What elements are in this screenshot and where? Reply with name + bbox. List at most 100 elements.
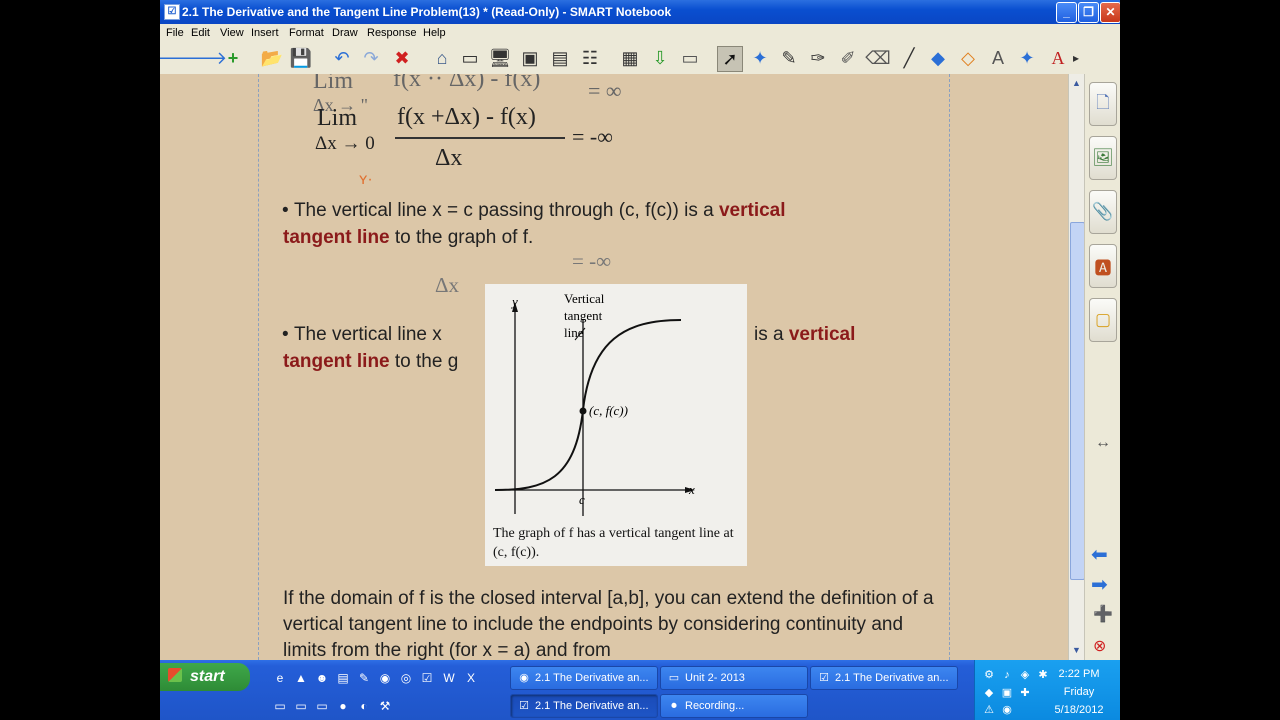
tray-alert-icon[interactable]: ◉ [1000, 703, 1014, 717]
clock-time[interactable]: 2:22 PM [1038, 668, 1120, 680]
bullet-1-bold2: tangent line [283, 227, 390, 248]
quicklaunch-tool-icon[interactable]: ⚒ [378, 699, 392, 713]
insert-icon[interactable]: ⇩ [648, 46, 672, 70]
scroll-up-icon[interactable]: ▲ [1072, 78, 1081, 88]
resize-icon[interactable]: ↔ [1095, 434, 1111, 452]
ink-denominator-2: Δx [435, 145, 463, 171]
quicklaunch-excel-icon[interactable]: X [464, 671, 478, 685]
close-button[interactable]: ✕ [1100, 2, 1120, 23]
add-page-side-icon[interactable]: ➕ [1093, 604, 1113, 624]
tray-smart-icon[interactable]: ◆ [982, 686, 996, 700]
highlighter-icon[interactable]: ✐ [836, 46, 860, 70]
task-notebook-2[interactable]: ☑ 2.1 The Derivative an... [510, 694, 658, 718]
quicklaunch-folder2-icon[interactable]: ▭ [294, 699, 308, 713]
shapes-icon[interactable]: ◆ [926, 46, 950, 70]
quicklaunch-chrome-icon[interactable]: ◎ [399, 671, 413, 685]
tray-network-icon[interactable]: ⚙ [982, 668, 996, 682]
document-camera-icon[interactable]: ▤ [548, 46, 572, 70]
quicklaunch-print-icon[interactable]: ▤ [336, 671, 350, 685]
add-page-icon[interactable]: + [221, 46, 245, 70]
quicklaunch-app-icon[interactable]: ▲ [294, 671, 308, 685]
quicklaunch-edit-icon[interactable]: ✎ [357, 671, 371, 685]
menu-help[interactable]: Help [423, 27, 446, 39]
menu-edit[interactable]: Edit [191, 27, 210, 39]
redo-icon[interactable]: ↷ [359, 46, 383, 70]
properties-icon[interactable]: ☷ [578, 46, 602, 70]
menu-view[interactable]: View [220, 27, 244, 39]
delete-icon[interactable]: ✖ [390, 46, 414, 70]
task-label: 2.1 The Derivative an... [535, 700, 649, 712]
toggle-display-icon[interactable]: ▭ [678, 46, 702, 70]
properties-tab-icon[interactable]: 🅰 [1089, 244, 1117, 288]
task-notebook-1[interactable]: ☑ 2.1 The Derivative an... [810, 666, 958, 690]
bullet-2-right: is a vertical [754, 324, 855, 346]
start-button[interactable]: start [160, 663, 250, 691]
quicklaunch-notebook-icon[interactable]: ☑ [420, 671, 434, 685]
page-sorter-icon[interactable]: 🗋 [1089, 82, 1117, 126]
vertical-scrollbar[interactable]: ▲ ▼ [1068, 74, 1085, 660]
menu-draw[interactable]: Draw [332, 27, 358, 39]
fill-icon[interactable]: ◇ [956, 46, 980, 70]
shape-recognition-icon[interactable]: A [986, 46, 1010, 70]
tray-update-icon[interactable]: ✚ [1018, 686, 1032, 700]
point-c-fc [579, 407, 587, 415]
forward-icon[interactable]: 🡒 [179, 46, 227, 70]
table-icon[interactable]: ▦ [618, 46, 642, 70]
quicklaunch-word-icon[interactable]: W [442, 671, 456, 685]
line-icon[interactable]: ╱ [897, 46, 921, 70]
minimize-button[interactable]: _ [1056, 2, 1077, 23]
figure-image[interactable]: y x c Vertical tangent line (c, f(c)) Th… [485, 284, 747, 566]
task-recording[interactable]: ⏺ Recording... [660, 694, 808, 718]
folder-icon: ▭ [668, 672, 680, 684]
magic-wand-icon[interactable]: ✦ [1015, 46, 1039, 70]
notebook-canvas[interactable]: Lim f(x ·· Δx) - f(x) = ∞ Δx → " Lim f(x… [160, 74, 1068, 660]
delete-page-icon[interactable]: ⊗ [1093, 636, 1106, 656]
recorder-icon: ⏺ [671, 700, 677, 712]
quicklaunch-folder3-icon[interactable]: ▭ [315, 699, 329, 713]
gallery-icon[interactable]: 🖼 [1089, 136, 1117, 180]
camera-icon[interactable]: ▣ [518, 46, 542, 70]
menu-format[interactable]: Format [289, 27, 324, 39]
open-icon[interactable]: 📂 [260, 46, 284, 70]
clock-day[interactable]: Friday [1038, 686, 1120, 698]
save-icon[interactable]: 💾 [289, 46, 313, 70]
pen-icon[interactable]: ✎ [777, 46, 801, 70]
undo-icon[interactable]: ↶ [330, 46, 354, 70]
scroll-thumb[interactable] [1070, 222, 1085, 580]
menu-insert[interactable]: Insert [251, 27, 279, 39]
chrome-icon: ◉ [519, 672, 529, 684]
eraser-icon[interactable]: ⌫ [865, 46, 890, 70]
tray-warning-icon[interactable]: ⚠ [982, 703, 996, 717]
quicklaunch-firefox-icon[interactable]: ◉ [378, 671, 392, 685]
quicklaunch-media2-icon[interactable]: ◐ [357, 699, 371, 713]
magic-pen-icon[interactable]: ✦ [748, 46, 772, 70]
select-icon[interactable]: ➚ [717, 46, 743, 72]
quicklaunch-media-icon[interactable]: ● [336, 699, 350, 713]
tray-shield-icon[interactable]: ◈ [1018, 668, 1032, 682]
scroll-down-icon[interactable]: ▼ [1072, 645, 1081, 655]
clock-date[interactable]: 5/18/2012 [1038, 704, 1120, 716]
curve-f [494, 319, 682, 491]
menu-response[interactable]: Response [367, 27, 417, 39]
next-page-icon[interactable]: ➡ [1091, 572, 1108, 597]
task-label: Recording... [685, 700, 745, 712]
addons-icon[interactable]: ▢ [1089, 298, 1117, 342]
capture-icon[interactable]: ⌂ [430, 46, 454, 70]
attachments-icon[interactable]: 📎 [1089, 190, 1117, 234]
task-folder[interactable]: ▭ Unit 2- 2013 [660, 666, 808, 690]
text-icon[interactable]: A [1046, 46, 1070, 70]
task-chrome[interactable]: ◉ 2.1 The Derivative an... [510, 666, 658, 690]
menu-file[interactable]: File [166, 27, 184, 39]
quicklaunch-people-icon[interactable]: ☻ [315, 671, 329, 685]
maximize-button[interactable]: ❐ [1078, 2, 1099, 23]
display-icon[interactable]: 🖥 [488, 46, 512, 70]
previous-page-icon[interactable]: ⬅ [1091, 542, 1108, 567]
quicklaunch-ie-icon[interactable]: e [273, 671, 287, 685]
tray-volume-icon[interactable]: ♪ [1000, 668, 1014, 682]
screen-shade-icon[interactable]: ▭ [458, 46, 482, 70]
toolbar-more-icon[interactable]: ▸ [1070, 46, 1082, 70]
bullet-1: • The vertical line x = c passing throug… [282, 200, 786, 222]
quicklaunch-folder-icon[interactable]: ▭ [273, 699, 287, 713]
creative-pen-icon[interactable]: ✑ [806, 46, 830, 70]
tray-display-icon[interactable]: ▣ [1000, 686, 1014, 700]
